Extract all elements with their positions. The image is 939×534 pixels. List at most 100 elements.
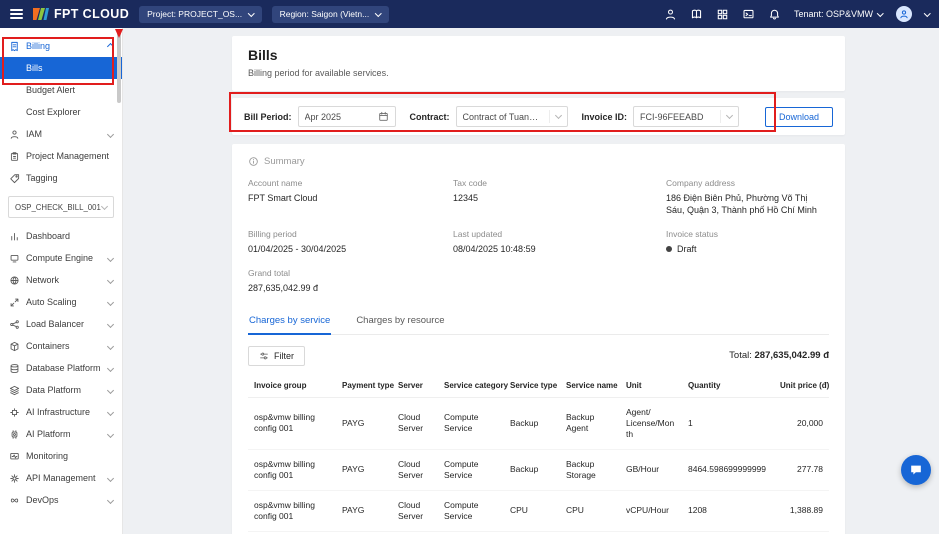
bill-period-input[interactable]: Apr 2025 (297, 106, 396, 127)
sidebar-item-database-platform[interactable]: Database Platform (0, 357, 122, 379)
col-unit: Unit (620, 373, 682, 398)
sidebar-item-label: Monitoring (26, 451, 69, 461)
project-management-icon (10, 151, 19, 161)
summary-grid: Account name FPT Smart Cloud Tax code 12… (248, 178, 829, 295)
col-service-type: Service type (504, 373, 560, 398)
table-row[interactable]: osp&vmw billing config 001PAYGCloud Serv… (248, 449, 829, 491)
table-toolbar: Filter Total: 287,635,042.99 đ (248, 345, 829, 366)
chevron-down-icon (877, 9, 884, 17)
catalog-icon[interactable] (690, 8, 703, 21)
fpt-cloud-logo: FPT CLOUD (33, 7, 129, 21)
table-header-row: Invoice group Payment type Server Servic… (248, 373, 829, 398)
col-quantity: Quantity (682, 373, 774, 398)
iam-icon (10, 129, 19, 139)
sidebar-item-network[interactable]: Network (0, 269, 122, 291)
fpt-logo-mark (33, 8, 49, 20)
sidebar-item-data-platform[interactable]: Data Platform (0, 379, 122, 401)
compute-engine-icon (10, 254, 19, 262)
sidebar-item-project-management[interactable]: Project Management (0, 145, 122, 167)
ai-infrastructure-icon (10, 407, 19, 417)
apps-grid-icon[interactable] (716, 8, 729, 21)
chevron-down-icon[interactable] (923, 9, 930, 17)
chevron-down-icon (106, 408, 115, 416)
chevron-down-icon (725, 111, 734, 120)
sidebar-item-load-balancer[interactable]: Load Balancer (0, 313, 122, 335)
chevron-down-icon (554, 111, 562, 120)
summary-title: Summary (264, 156, 305, 167)
summary-invoice-status: Invoice status Draft (666, 229, 718, 255)
charges-total-value: 287,635,042.99 đ (754, 350, 829, 362)
table-row[interactable]: osp&vmw billing config 001PAYGCloud Serv… (248, 490, 829, 532)
feedback-button[interactable] (901, 455, 931, 485)
menu-icon[interactable] (10, 9, 23, 19)
chevron-down-icon (106, 342, 115, 350)
sidebar-item-compute-engine[interactable]: Compute Engine (0, 247, 122, 269)
sidebar-item-label: Dashboard (26, 231, 71, 241)
chevron-down-icon (106, 364, 115, 372)
invoice-id-select[interactable]: FCI-96FEEABD (633, 106, 740, 127)
tab-charges-by-service[interactable]: Charges by service (248, 309, 332, 335)
page-header-card: Bills Billing period for available servi… (232, 36, 845, 91)
col-invoice-group: Invoice group (248, 373, 336, 398)
sidebar-item-label: AI Infrastructure (26, 407, 91, 417)
sidebar-item-ai-infrastructure[interactable]: AI Infrastructure (0, 401, 122, 423)
sidebar-item-tagging[interactable]: Tagging (0, 167, 122, 189)
filter-sliders-icon (260, 352, 268, 359)
sidebar-item-dashboard[interactable]: Dashboard (0, 225, 122, 247)
chevron-down-icon (375, 9, 382, 17)
devops-icon (10, 498, 19, 502)
summary-tax-code: Tax code 12345 (453, 178, 488, 203)
chevron-down-icon (106, 254, 115, 262)
sidebar-item-ai-platform[interactable]: AI Platform (0, 423, 122, 445)
col-server: Server (392, 373, 438, 398)
project-selector[interactable]: Project: PROJECT_OS... (139, 5, 262, 23)
support-user-icon[interactable] (664, 8, 677, 21)
console-icon[interactable] (742, 8, 755, 21)
chevron-down-icon (106, 320, 115, 328)
charges-total: Total: 287,635,042.99 đ (729, 350, 829, 362)
avatar[interactable] (895, 6, 912, 22)
calendar-icon (378, 111, 388, 121)
chevron-down-icon (106, 130, 115, 138)
auto-scaling-icon (10, 298, 19, 306)
tab-charges-by-resource[interactable]: Charges by resource (355, 309, 445, 334)
project-selector-label: Project: PROJECT_OS... (147, 9, 243, 19)
filter-button[interactable]: Filter (248, 345, 305, 366)
chevron-down-icon (248, 9, 255, 17)
chevron-up-icon (106, 42, 115, 50)
sidebar-item-budget-alert[interactable]: Budget Alert (0, 79, 122, 101)
tagging-icon (10, 173, 20, 183)
sidebar-item-api-management[interactable]: API Management (0, 467, 122, 489)
invoice-id-value: FCI-96FEEABD (640, 111, 704, 122)
region-selector[interactable]: Region: Saigon (Vietn... (271, 5, 389, 23)
sidebar-item-bills[interactable]: Bills (0, 57, 122, 79)
sidebar-item-billing[interactable]: Billing (0, 35, 122, 57)
sidebar-item-cost-explorer[interactable]: Cost Explorer (0, 101, 122, 123)
chevron-down-icon (106, 430, 115, 438)
notification-bell-icon[interactable] (768, 8, 781, 21)
sidebar-item-label: Tagging (26, 173, 58, 183)
sidebar-item-auto-scaling[interactable]: Auto Scaling (0, 291, 122, 313)
sidebar-item-label: Cost Explorer (26, 107, 81, 117)
col-payment-type: Payment type (336, 373, 394, 398)
chevron-down-icon (100, 202, 109, 210)
sidebar-item-devops[interactable]: DevOps (0, 489, 122, 511)
api-management-icon (10, 473, 19, 483)
sidebar-item-iam[interactable]: IAM (0, 123, 122, 145)
monitoring-icon (10, 452, 19, 459)
summary-header: Summary (248, 156, 829, 167)
download-button[interactable]: Download (764, 106, 833, 127)
network-icon (10, 275, 19, 285)
top-header: FPT CLOUD Project: PROJECT_OS... Region:… (0, 0, 939, 28)
summary-grand-total: Grand total 287,635,042.99 đ (248, 268, 319, 294)
sidebar-project-dropdown[interactable]: OSP_CHECK_BILL_001 (8, 196, 114, 218)
sidebar-item-containers[interactable]: Containers (0, 335, 122, 357)
table-row[interactable]: osp&vmw billing config 001PAYGCloud Serv… (248, 397, 829, 450)
sidebar-item-monitoring[interactable]: Monitoring (0, 445, 122, 467)
contract-select[interactable]: Contract of Tuannn52... (455, 106, 568, 127)
sidebar-item-label: Budget Alert (26, 85, 76, 95)
sidebar-scrollbar[interactable] (117, 31, 121, 103)
sidebar-item-label: Auto Scaling (26, 297, 77, 307)
sidebar-item-label: Compute Engine (26, 253, 94, 263)
tenant-selector[interactable]: Tenant: OSP&VMW (794, 9, 884, 19)
